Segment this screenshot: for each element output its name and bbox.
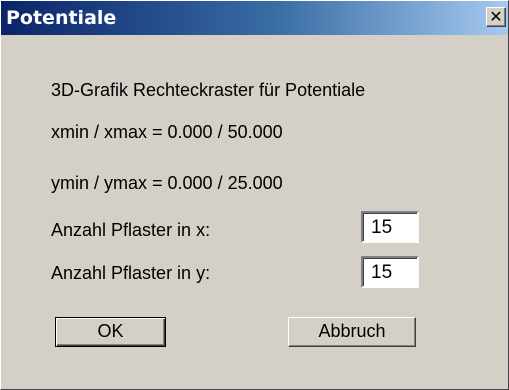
tiles-y-input[interactable]: 15: [361, 256, 419, 288]
x-range-text: xmin / xmax = 0.000 / 50.000: [51, 122, 283, 142]
tiles-y-label: Anzahl Pflaster in y:: [51, 263, 211, 283]
y-range-text: ymin / ymax = 0.000 / 25.000: [51, 173, 283, 193]
title-bar[interactable]: Potentiale ✕: [1, 1, 508, 35]
tiles-x-input[interactable]: 15: [361, 211, 419, 243]
dialog-heading: 3D-Grafik Rechteckraster für Potentiale: [51, 80, 366, 100]
tiles-x-label: Anzahl Pflaster in x:: [51, 220, 211, 240]
close-button[interactable]: ✕: [486, 7, 506, 27]
close-icon: ✕: [489, 7, 503, 26]
ok-button[interactable]: OK: [55, 317, 166, 347]
dialog-window: Potentiale ✕ 3D-Grafik Rechteckraster fü…: [0, 0, 509, 390]
window-title: Potentiale: [6, 7, 117, 29]
cancel-button[interactable]: Abbruch: [288, 317, 416, 347]
